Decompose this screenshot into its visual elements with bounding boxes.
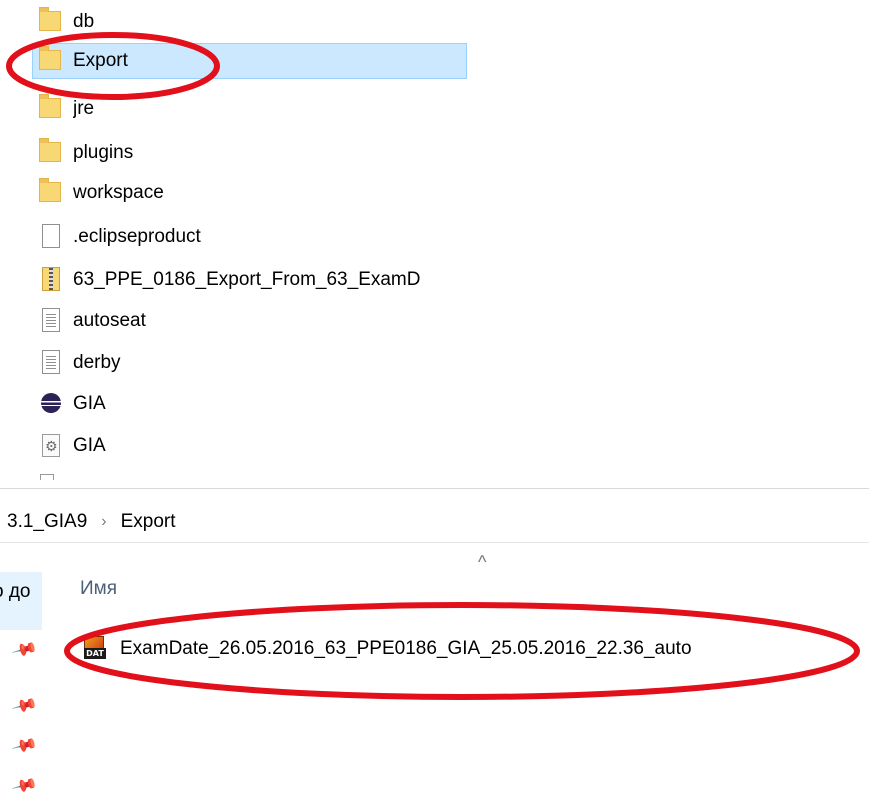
list-item-derby[interactable]: derby	[33, 346, 466, 380]
item-label: jre	[73, 98, 95, 119]
list-item-autoseat[interactable]: autoseat	[33, 304, 466, 338]
list-item-db[interactable]: db	[33, 5, 466, 39]
zip-archive-icon	[39, 267, 65, 293]
dat-icon-tag: DAT	[84, 648, 106, 659]
pin-icon[interactable]: 📌	[10, 692, 39, 720]
quick-access-item-label[interactable]: о до	[0, 581, 31, 603]
item-label: GIA	[73, 393, 106, 414]
pin-icon[interactable]: 📌	[10, 732, 39, 760]
text-file-icon	[39, 350, 65, 376]
list-item-zip-archive[interactable]: 63_PPE_0186_Export_From_63_ExamD	[33, 263, 466, 297]
item-label: GIA	[73, 435, 106, 456]
item-label: 63_PPE_0186_Export_From_63_ExamD	[73, 269, 421, 290]
breadcrumb-separator-icon[interactable]: ›	[101, 513, 106, 531]
breadcrumb-current[interactable]: Export	[121, 511, 176, 533]
list-item-jre[interactable]: jre	[33, 92, 466, 126]
config-file-icon	[39, 433, 65, 459]
list-item-gia-app[interactable]: GIA	[33, 387, 466, 421]
column-header-name[interactable]: Имя	[80, 578, 117, 600]
folder-icon	[39, 138, 65, 166]
item-label: db	[73, 11, 95, 32]
list-item-eclipseproduct[interactable]: .eclipseproduct	[33, 220, 466, 254]
folder-icon	[39, 7, 65, 35]
blank-file-icon	[39, 224, 65, 250]
item-label: workspace	[73, 182, 164, 203]
partial-row-cutoff	[40, 474, 240, 480]
breadcrumb: 3.1_GIA9 › Export	[0, 502, 869, 543]
pane-divider	[0, 488, 869, 489]
folder-list: db Export jre plugins workspace .eclipse…	[0, 0, 869, 488]
item-label: plugins	[73, 142, 134, 163]
item-label: .eclipseproduct	[73, 226, 201, 247]
folder-icon	[39, 46, 65, 74]
list-item-plugins[interactable]: plugins	[33, 136, 466, 170]
list-item-workspace[interactable]: workspace	[33, 176, 466, 210]
text-file-icon	[39, 308, 65, 334]
file-row-examdate[interactable]: DAT ExamDate_26.05.2016_63_PPE0186_GIA_2…	[84, 634, 692, 664]
item-label: autoseat	[73, 310, 146, 331]
pin-icon[interactable]: 📌	[10, 636, 39, 664]
eclipse-app-icon	[39, 391, 65, 417]
folder-icon	[39, 178, 65, 206]
item-label: Export	[73, 50, 128, 71]
pin-icon[interactable]: 📌	[10, 772, 39, 800]
item-label: derby	[73, 352, 121, 373]
list-item-gia-config[interactable]: GIA	[33, 429, 466, 463]
breadcrumb-parent[interactable]: 3.1_GIA9	[7, 511, 87, 533]
folder-icon	[39, 94, 65, 122]
sort-ascending-icon[interactable]: ^	[478, 552, 486, 573]
dat-file-icon: DAT	[84, 636, 116, 662]
list-item-export[interactable]: Export	[32, 43, 467, 79]
file-name: ExamDate_26.05.2016_63_PPE0186_GIA_25.05…	[120, 638, 692, 659]
